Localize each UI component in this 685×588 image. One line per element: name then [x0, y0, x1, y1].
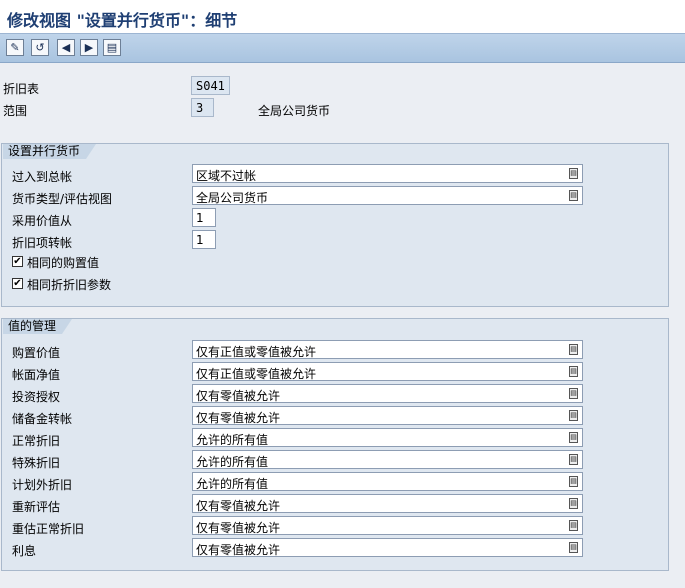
value-rule-field[interactable]: 允许的所有值 ▤	[192, 472, 583, 491]
value-rule-field[interactable]: 允许的所有值 ▤	[192, 450, 583, 469]
value-rule-field[interactable]: 仅有零值被允许 ▤	[192, 538, 583, 557]
value-rule-text: 仅有零值被允许	[196, 521, 281, 535]
depreciation-table-value: S041	[191, 76, 230, 95]
value-management-group: 值的管理 购置价值 仅有正值或零值被允许 ▤ 帐面净值 仅有正值或零值被允许 ▤…	[1, 318, 669, 571]
dropdown-icon[interactable]: ▤	[569, 366, 578, 377]
row-label: 计划外折旧	[12, 478, 73, 492]
row-label: 重估正常折旧	[12, 522, 85, 536]
value-rule-field[interactable]: 仅有正值或零值被允许 ▤	[192, 362, 583, 381]
row-label: 帐面净值	[12, 368, 61, 382]
posting-value: 区域不过帐	[196, 169, 257, 183]
same-acq-label: 相同的购置值	[27, 256, 100, 270]
value-rule-text: 仅有正值或零值被允许	[196, 345, 317, 359]
edit-toggle-button[interactable]: ✎	[6, 39, 24, 56]
value-rule-field[interactable]: 仅有零值被允许 ▤	[192, 494, 583, 513]
dropdown-icon[interactable]: ▤	[569, 542, 578, 553]
posting-label: 过入到总帐	[12, 170, 73, 184]
area-value: 3	[191, 98, 214, 117]
same-acq-checkbox[interactable]: ✔	[12, 256, 23, 267]
dropdown-icon[interactable]: ▤	[569, 190, 578, 201]
dropdown-icon[interactable]: ▤	[569, 344, 578, 355]
select-icon: ▤	[106, 41, 118, 54]
row-label: 重新评估	[12, 500, 61, 514]
dropdown-icon[interactable]: ▤	[569, 168, 578, 179]
select-button[interactable]: ▤	[103, 39, 121, 56]
next-entry-icon: ▶	[84, 41, 94, 54]
depreciation-table-label: 折旧表	[3, 82, 40, 96]
currency-type-value: 全局公司货币	[196, 191, 269, 205]
value-rule-field[interactable]: 仅有正值或零值被允许 ▤	[192, 340, 583, 359]
currency-type-label: 货币类型/评估视图	[12, 192, 113, 206]
take-values-input[interactable]: 1	[192, 208, 216, 227]
edit-toggle-icon: ✎	[10, 41, 20, 54]
same-depr-checkbox[interactable]: ✔	[12, 278, 23, 289]
value-rule-text: 仅有零值被允许	[196, 411, 281, 425]
row-label: 正常折旧	[12, 434, 61, 448]
take-values-label: 采用价值从	[12, 214, 73, 228]
application-toolbar: ✎ ↺ ◀ ▶ ▤	[0, 33, 685, 63]
dropdown-icon[interactable]: ▤	[569, 520, 578, 531]
same-depr-label: 相同折折旧参数	[27, 278, 112, 292]
row-label: 特殊折旧	[12, 456, 61, 470]
dropdown-icon[interactable]: ▤	[569, 476, 578, 487]
parallel-currency-group: 设置并行货币 过入到总帐 区域不过帐 ▤ 货币类型/评估视图 全局公司货币 ▤ …	[1, 143, 669, 307]
value-rule-text: 仅有正值或零值被允许	[196, 367, 317, 381]
value-rule-text: 允许的所有值	[196, 433, 269, 447]
dropdown-icon[interactable]: ▤	[569, 432, 578, 443]
undo-icon: ↺	[35, 41, 45, 54]
depr-transfer-input[interactable]: 1	[192, 230, 216, 249]
window-title: 修改视图 "设置并行货币"：细节	[7, 11, 238, 30]
value-rule-field[interactable]: 允许的所有值 ▤	[192, 428, 583, 447]
dropdown-icon[interactable]: ▤	[569, 410, 578, 421]
value-rule-text: 仅有零值被允许	[196, 543, 281, 557]
value-rule-field[interactable]: 仅有零值被允许 ▤	[192, 406, 583, 425]
previous-entry-icon: ◀	[61, 41, 71, 54]
posting-field[interactable]: 区域不过帐 ▤	[192, 164, 583, 183]
area-label: 范围	[3, 104, 28, 118]
next-entry-button[interactable]: ▶	[80, 39, 98, 56]
group-title: 值的管理	[3, 319, 73, 334]
depr-transfer-label: 折旧项转帐	[12, 236, 73, 250]
dropdown-icon[interactable]: ▤	[569, 498, 578, 509]
row-label: 投资授权	[12, 390, 61, 404]
row-label: 利息	[12, 544, 37, 558]
previous-entry-button[interactable]: ◀	[57, 39, 75, 56]
area-description: 全局公司货币	[258, 104, 331, 118]
undo-button[interactable]: ↺	[31, 39, 49, 56]
value-rule-text: 允许的所有值	[196, 477, 269, 491]
value-rule-field[interactable]: 仅有零值被允许 ▤	[192, 384, 583, 403]
value-rule-text: 仅有零值被允许	[196, 499, 281, 513]
row-label: 储备金转帐	[12, 412, 73, 426]
dropdown-icon[interactable]: ▤	[569, 388, 578, 399]
title-bar: 修改视图 "设置并行货币"：细节	[0, 0, 685, 33]
value-rule-text: 允许的所有值	[196, 455, 269, 469]
value-rule-text: 仅有零值被允许	[196, 389, 281, 403]
row-label: 购置价值	[12, 346, 61, 360]
dropdown-icon[interactable]: ▤	[569, 454, 578, 465]
currency-type-field[interactable]: 全局公司货币 ▤	[192, 186, 583, 205]
value-rule-field[interactable]: 仅有零值被允许 ▤	[192, 516, 583, 535]
group-title: 设置并行货币	[3, 144, 97, 159]
